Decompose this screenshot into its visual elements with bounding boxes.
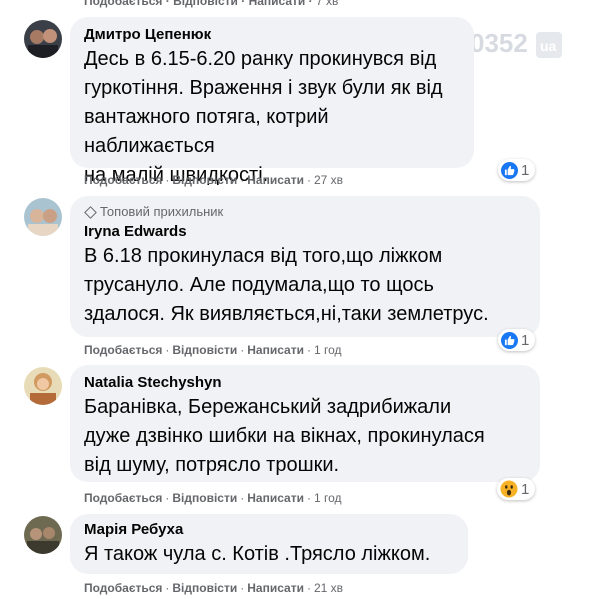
comment-bubble: Дмитро Цепенюк Десь в 6.15-6.20 ранку пр… (70, 17, 474, 186)
reaction-count[interactable]: 1 (498, 159, 536, 181)
top-fan-badge: Топовий прихильник (84, 204, 526, 220)
write-link[interactable]: Написати (247, 343, 304, 357)
like-link[interactable]: Подобається (84, 343, 162, 357)
comment-time[interactable]: 21 хв (314, 581, 343, 595)
avatar[interactable] (24, 367, 62, 405)
reaction-count[interactable]: 1 (498, 329, 536, 351)
comment-author[interactable]: Natalia Stechyshyn (84, 373, 526, 393)
reply-link[interactable]: Відповісти (173, 0, 238, 8)
comment-actions: Подобається · Відповісти · Написати · 1 год (84, 343, 342, 357)
like-icon (501, 161, 518, 179)
comment-time[interactable]: 1 год (314, 343, 342, 357)
like-link[interactable]: Подобається (84, 173, 162, 187)
comment-bubble: Natalia Stechyshyn Баранівка, Бережанськ… (70, 365, 540, 482)
write-link[interactable]: Написати (247, 173, 304, 187)
previous-comment-actions: Подобається · Відповісти · Написати · 7 … (84, 0, 338, 8)
comment-text: В 6.18 прокинулася від того,що ліжком тр… (84, 245, 489, 325)
reaction-number: 1 (521, 331, 530, 349)
avatar[interactable] (24, 198, 62, 236)
comment-text: Баранівка, Бережанський задрибижали дуже… (84, 396, 485, 476)
reaction-number: 1 (521, 161, 530, 179)
avatar[interactable] (24, 20, 62, 58)
reply-link[interactable]: Відповісти (172, 173, 237, 187)
reply-link[interactable]: Відповісти (172, 343, 237, 357)
comment-author[interactable]: Дмитро Цепенюк (84, 25, 460, 45)
write-link[interactable]: Написати (247, 581, 304, 595)
comment-actions: Подобається · Відповісти · Написати · 21 хв (84, 581, 344, 595)
comment-text: Десь в 6.15-6.20 ранку прокинувся від гу… (84, 48, 443, 186)
like-icon (501, 331, 518, 349)
write-link[interactable]: Написати (249, 0, 306, 8)
comment-actions: Подобається · Відповісти · Написати · 27 хв (84, 173, 344, 187)
comment-bubble: Топовий прихильник Iryna Edwards В 6.18 … (70, 196, 540, 337)
comment-author[interactable]: Марія Ребуха (84, 520, 454, 540)
like-link[interactable]: Подобається (84, 581, 162, 595)
comment-bubble: Марія Ребуха Я також чула с. Котів .Тряс… (70, 514, 468, 574)
like-link[interactable]: Подобається (84, 491, 162, 505)
comment-time[interactable]: 1 год (314, 491, 342, 505)
watermark-suffix: ua (540, 38, 557, 54)
like-link[interactable]: Подобається (84, 0, 162, 8)
comment-time[interactable]: 7 хв (316, 0, 338, 8)
comment-time[interactable]: 27 хв (314, 173, 343, 187)
reaction-count[interactable]: 1 (497, 478, 536, 500)
reply-link[interactable]: Відповісти (172, 491, 237, 505)
comment-text: Я також чула с. Котів .Трясло ліжком. (84, 543, 431, 565)
write-link[interactable]: Написати (247, 491, 304, 505)
comment-actions: Подобається · Відповісти · Написати · 1 год (84, 491, 342, 505)
avatar[interactable] (24, 516, 62, 554)
comment-author[interactable]: Iryna Edwards (84, 222, 526, 242)
wow-icon (500, 480, 518, 498)
diamond-icon (84, 205, 97, 219)
reaction-number: 1 (521, 480, 530, 498)
reply-link[interactable]: Відповісти (172, 581, 237, 595)
watermark-number: 0352 (470, 28, 528, 58)
